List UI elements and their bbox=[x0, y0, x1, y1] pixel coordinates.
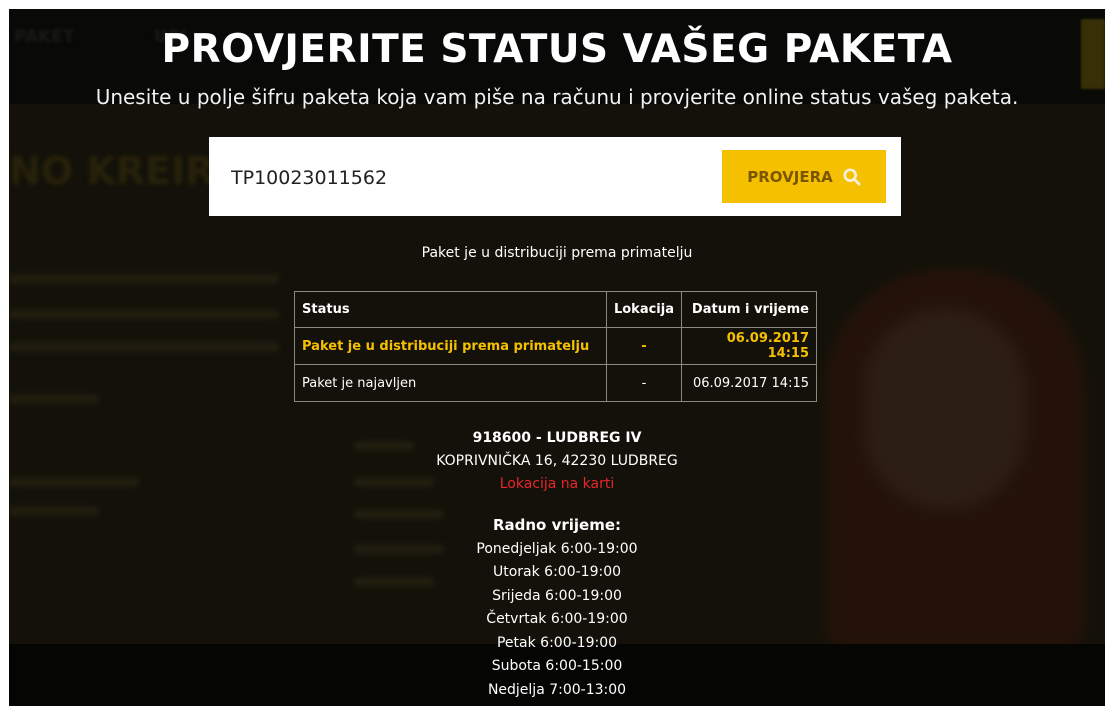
status-table: Status Lokacija Datum i vrijeme Paket je… bbox=[294, 291, 817, 402]
check-button-label: PROVJERA bbox=[747, 167, 833, 186]
working-hours-day: Četvrtak 6:00-19:00 bbox=[486, 611, 628, 627]
tracking-code-input[interactable] bbox=[229, 157, 713, 199]
working-hours-title: Radno vrijeme: bbox=[492, 516, 622, 534]
working-hours-day: Nedjelja 7:00-13:00 bbox=[487, 681, 627, 698]
working-hours-day: Srijeda 6:00-19:00 bbox=[492, 587, 622, 604]
column-header-status: Status bbox=[294, 291, 607, 328]
working-hours-day: Utorak 6:00-19:00 bbox=[492, 564, 622, 580]
row-datetime: 06.09.2017 14:15 bbox=[681, 364, 817, 402]
table-row: Paket je najavljen - 06.09.2017 14:15 bbox=[294, 364, 817, 402]
row-location: - bbox=[605, 327, 683, 365]
working-hours-day: Ponedjeljak 6:00-19:00 bbox=[476, 540, 638, 557]
working-hours-day: Petak 6:00-19:00 bbox=[496, 634, 618, 651]
page-title: PROVJERITE STATUS VAŠEG PAKETA bbox=[161, 27, 953, 72]
map-location-link[interactable]: Lokacija na karti bbox=[500, 476, 615, 492]
check-button[interactable]: PROVJERA bbox=[722, 150, 886, 203]
row-location: - bbox=[605, 364, 683, 402]
post-office-address: KOPRIVNIČKA 16, 42230 LUDBREG bbox=[436, 453, 678, 469]
working-hours: Radno vrijeme: Ponedjeljak 6:00-19:00 Ut… bbox=[9, 514, 1105, 702]
tracking-panel: PROVJERITE STATUS VAŠEG PAKETA Unesite u… bbox=[9, 9, 1105, 706]
modal-page: PAKET USL NO KREIRA PROVJERITE STATUS VA… bbox=[9, 9, 1105, 706]
status-message: Paket je u distribuciji prema primatelju bbox=[421, 245, 693, 261]
tracking-search-box: PROVJERA bbox=[209, 137, 901, 216]
table-row: Paket je u distribuciji prema primatelju… bbox=[294, 327, 817, 365]
search-icon bbox=[843, 167, 861, 186]
column-header-location: Lokacija bbox=[605, 291, 683, 328]
post-office-info: 918600 - LUDBREG IV KOPRIVNIČKA 16, 4223… bbox=[9, 427, 1105, 496]
row-status: Paket je u distribuciji prema primatelju bbox=[294, 327, 607, 365]
column-header-datetime: Datum i vrijeme bbox=[681, 291, 817, 328]
table-header-row: Status Lokacija Datum i vrijeme bbox=[294, 291, 817, 328]
working-hours-day: Subota 6:00-15:00 bbox=[491, 658, 623, 674]
page-subtitle: Unesite u polje šifru paketa koja vam pi… bbox=[95, 85, 1019, 109]
row-status: Paket je najavljen bbox=[294, 364, 607, 402]
post-office-name: 918600 - LUDBREG IV bbox=[472, 430, 642, 446]
row-datetime: 06.09.2017 14:15 bbox=[681, 327, 817, 365]
